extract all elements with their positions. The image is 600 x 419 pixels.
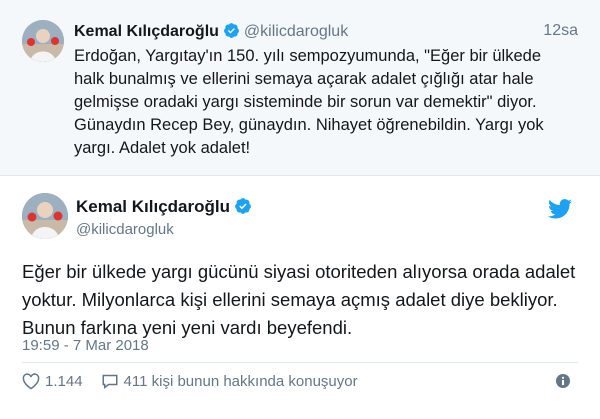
quoted-tweet-time[interactable]: 12sa <box>543 22 578 40</box>
heart-icon <box>22 372 40 390</box>
like-button[interactable]: 1.144 <box>22 373 83 390</box>
author-name[interactable]: Kemal Kılıçdaroğlu <box>76 197 230 216</box>
info-icon[interactable] <box>556 374 570 388</box>
quoted-author-handle[interactable]: @kilicdarogluk <box>244 23 348 40</box>
conversation-link[interactable]: 411 kişi bunun hakkında konuşuyor <box>101 373 358 390</box>
verified-badge-icon <box>223 23 239 38</box>
conversation-count-text: 411 kişi bunun hakkında konuşuyor <box>123 372 358 390</box>
twitter-bird-icon[interactable] <box>548 199 572 219</box>
quoted-tweet[interactable]: Kemal Kılıçdaroğlu @kilicdarogluk 12sa E… <box>0 0 600 176</box>
author-name-row: Kemal Kılıçdaroğlu <box>76 197 252 217</box>
tweet-timestamp[interactable]: 19:59 - 7 Mar 2018 <box>22 337 149 354</box>
speech-bubble-icon <box>102 374 118 389</box>
verified-badge-icon <box>235 198 251 214</box>
author-handle[interactable]: @kilicdarogluk <box>76 221 174 238</box>
quoted-tweet-header: Kemal Kılıçdaroğlu @kilicdarogluk 12sa <box>74 22 578 42</box>
quoted-author-name[interactable]: Kemal Kılıçdaroğlu <box>74 23 219 40</box>
quoted-tweet-text: Erdoğan, Yargıtay'ın 150. yılı sempozyum… <box>74 47 544 157</box>
tweet-text: Eğer bir ülkede yargı gücünü siyasi otor… <box>22 261 576 338</box>
divider <box>22 362 578 363</box>
author-avatar[interactable] <box>22 193 68 239</box>
like-count: 1.144 <box>45 372 83 390</box>
tweet-actions: 1.144 411 kişi bunun hakkında konuşuyor <box>22 370 358 392</box>
quoted-author-avatar[interactable] <box>22 20 64 62</box>
